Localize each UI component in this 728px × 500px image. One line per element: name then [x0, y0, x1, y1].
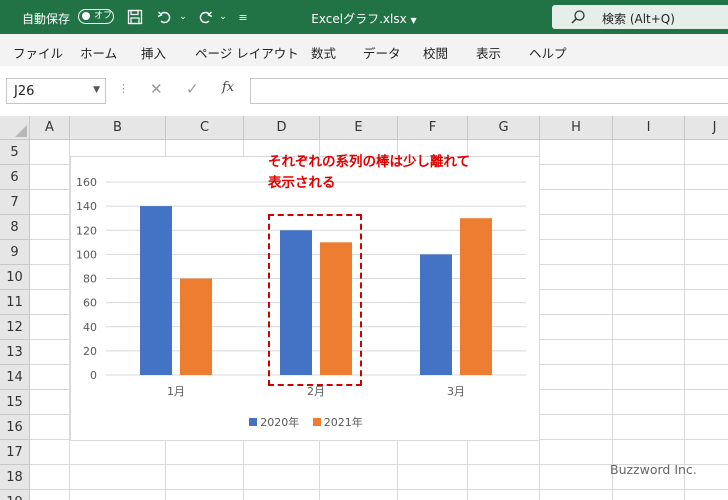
tab-insert[interactable]: 挿入 [141, 43, 166, 62]
title-bar: 自動保存 オフ ⌄ ⌄ ≡ Excelグラフ.xlsx ▼ 検索 (Alt+Q) [0, 0, 728, 34]
tab-page-layout[interactable]: ページ レイアウト [195, 43, 299, 62]
x-tick-label: 1月 [167, 385, 185, 398]
row-header-14[interactable]: 14 [0, 365, 30, 390]
x-tick-label: 2月 [307, 385, 325, 398]
tab-home[interactable]: ホーム [80, 43, 117, 62]
annotation-text: それぞれの系列の棒は少し離れて 表示される [268, 152, 470, 194]
name-box-value: J26 [14, 84, 35, 99]
column-header-g[interactable]: G [468, 116, 540, 140]
formula-bar: J26 ▼ ⋮ ✕ ✓ fx [0, 66, 728, 117]
legend-label: 2021年 [323, 416, 363, 429]
search-box[interactable]: 検索 (Alt+Q) [552, 5, 728, 29]
y-tick-label: 160 [76, 176, 97, 189]
legend-swatch [249, 418, 258, 426]
column-header-b[interactable]: B [70, 116, 166, 140]
annotation-line: それぞれの系列の棒は少し離れて [268, 154, 471, 170]
select-all-button[interactable] [0, 116, 30, 140]
row-header-11[interactable]: 11 [0, 290, 30, 315]
search-placeholder: 検索 (Alt+Q) [602, 12, 675, 26]
grid-line [684, 140, 685, 500]
x-tick-label: 3月 [447, 385, 465, 398]
legend-item-2020[interactable]: 2020年 [249, 414, 299, 430]
column-header-c[interactable]: C [166, 116, 244, 140]
bar-2021[interactable] [460, 218, 492, 375]
grid-line [30, 489, 728, 490]
row-header-10[interactable]: 10 [0, 265, 30, 290]
tab-data[interactable]: データ [363, 43, 401, 62]
ribbon-tabs: ファイル ホーム 挿入 ページ レイアウト 数式 データ 校閲 表示 ヘルプ [0, 34, 728, 67]
y-tick-label: 0 [90, 369, 97, 382]
document-title[interactable]: Excelグラフ.xlsx [311, 12, 406, 26]
tab-file[interactable]: ファイル [13, 43, 63, 62]
row-header-19[interactable]: 19 [0, 490, 30, 500]
y-tick-label: 40 [83, 321, 97, 334]
bar-2021[interactable] [180, 278, 212, 376]
formula-input[interactable] [250, 78, 728, 104]
name-box-dropdown-icon[interactable]: ▼ [93, 85, 100, 95]
annotation-line: 表示される [268, 175, 336, 191]
bar-2020[interactable] [140, 206, 172, 375]
enter-icon[interactable]: ✓ [186, 80, 199, 98]
row-header-6[interactable]: 6 [0, 165, 30, 190]
legend-label: 2020年 [260, 416, 300, 429]
legend-swatch [312, 418, 321, 426]
column-header-a[interactable]: A [30, 116, 70, 140]
tab-review[interactable]: 校閲 [423, 43, 448, 62]
row-header-15[interactable]: 15 [0, 390, 30, 415]
bar-2020[interactable] [420, 254, 452, 375]
column-header-f[interactable]: F [398, 116, 468, 140]
row-header-8[interactable]: 8 [0, 215, 30, 240]
column-header-h[interactable]: H [540, 116, 613, 140]
tab-help[interactable]: ヘルプ [529, 43, 567, 62]
tab-view[interactable]: 表示 [476, 43, 501, 62]
cancel-icon[interactable]: ✕ [150, 80, 163, 98]
select-all-triangle [15, 125, 27, 137]
row-header-18[interactable]: 18 [0, 465, 30, 490]
search-icon [570, 9, 586, 28]
y-tick-label: 120 [76, 224, 97, 237]
name-box[interactable]: J26 ▼ [6, 78, 106, 104]
grid-line [612, 140, 613, 500]
row-header-16[interactable]: 16 [0, 415, 30, 440]
column-header-i[interactable]: I [613, 116, 685, 140]
row-header-5[interactable]: 5 [0, 140, 30, 165]
y-tick-label: 80 [83, 273, 97, 286]
y-tick-label: 20 [83, 345, 97, 358]
title-chevron-icon[interactable]: ▼ [411, 16, 417, 25]
y-tick-label: 140 [76, 200, 97, 213]
column-header-d[interactable]: D [244, 116, 320, 140]
row-header-12[interactable]: 12 [0, 315, 30, 340]
row-header-17[interactable]: 17 [0, 440, 30, 465]
chart-legend[interactable]: 2020年 2021年 [71, 414, 541, 430]
row-header-9[interactable]: 9 [0, 240, 30, 265]
column-header-j[interactable]: J [685, 116, 728, 140]
legend-item-2021[interactable]: 2021年 [312, 414, 363, 430]
highlight-box [268, 214, 362, 386]
y-tick-label: 60 [83, 297, 97, 310]
column-header-e[interactable]: E [320, 116, 398, 140]
insert-function-icon[interactable]: fx [222, 80, 234, 95]
row-header-7[interactable]: 7 [0, 190, 30, 215]
watermark: Buzzword Inc. [610, 462, 697, 477]
row-header-13[interactable]: 13 [0, 340, 30, 365]
more-options-icon[interactable]: ⋮ [118, 82, 129, 95]
tab-formulas[interactable]: 数式 [311, 43, 336, 62]
y-tick-label: 100 [76, 248, 97, 261]
